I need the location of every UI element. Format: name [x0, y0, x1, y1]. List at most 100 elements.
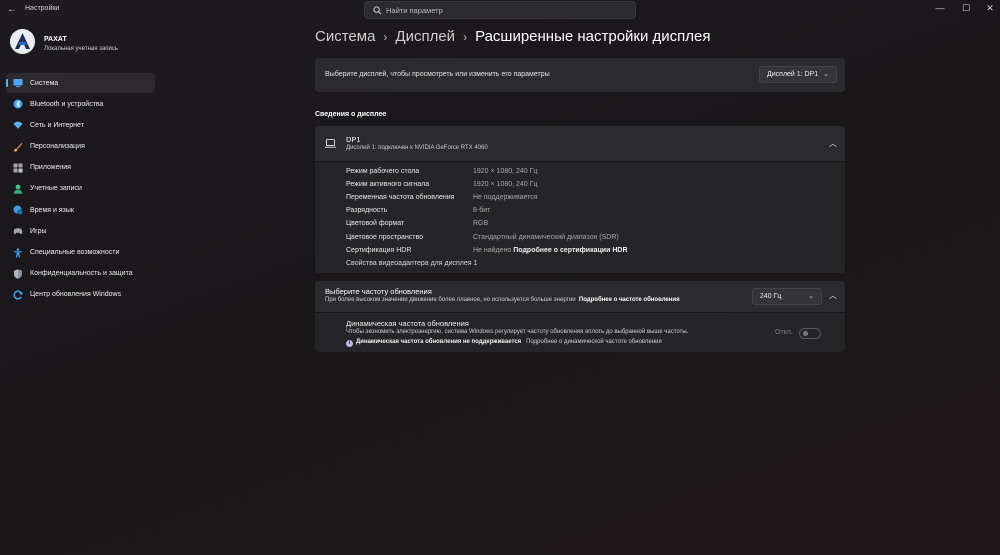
info-row-label: Режим активного сигнала [346, 181, 430, 188]
title-bar: ← Настройки Найти параметр — ☐ ✕ [0, 0, 1000, 20]
sidebar-item-label: Специальные возможности [30, 249, 120, 256]
person-icon [13, 184, 23, 194]
breadcrumb-system[interactable]: Система [315, 28, 375, 45]
refresh-rate-description: При более высоком значении движение боле… [325, 297, 576, 303]
refresh-rate-subtitle: При более высоком значении движение боле… [325, 297, 680, 303]
sidebar-item-network[interactable]: Сеть и Интернет [6, 115, 155, 135]
sidebar-item-label: Время и язык [30, 206, 74, 214]
info-row-value: Стандартный динамический диапазон (SDR) [473, 234, 619, 241]
hdr-status: Не найдено [473, 247, 512, 254]
display-info-body: Режим рабочего стола 1920 × 1080, 240 Гц… [315, 162, 845, 273]
sidebar-item-accounts[interactable]: Учетные записи [6, 179, 155, 199]
sidebar-item-label: Система [30, 79, 59, 87]
refresh-rate-link[interactable]: Подробнее о частоте обновления [579, 297, 680, 303]
info-icon: i [346, 340, 353, 347]
info-row-label: Переменная частота обновления [346, 194, 455, 201]
close-button[interactable]: ✕ [976, 1, 1000, 15]
display-dropdown[interactable]: Дисплей 1: DP1 ⌄ [759, 66, 837, 83]
refresh-rate-title: Выберите частоту обновления [325, 287, 432, 296]
sidebar-item-label: Игры [30, 227, 47, 235]
adapter-properties-link[interactable]: Свойства видеоадаптера для дисплея 1 [346, 260, 477, 267]
sidebar-item-label: Персонализация [30, 143, 85, 151]
breadcrumb-separator: › [463, 30, 468, 44]
breadcrumb-display[interactable]: Дисплей [395, 28, 455, 45]
dynamic-refresh-card: Динамическая частота обновления Чтобы эк… [315, 313, 845, 352]
info-row-value: Не найдено Подробнее о сертификации HDR [473, 247, 628, 254]
display-name: DP1 [346, 135, 361, 144]
sidebar-item-accessibility[interactable]: Специальные возможности [6, 243, 155, 263]
chevron-up-icon[interactable]: ︿ [829, 138, 837, 149]
search-icon [373, 6, 382, 15]
display-select-card: Выберите дисплей, чтобы просмотреть или … [315, 58, 845, 92]
breadcrumb-separator: › [383, 30, 388, 44]
refresh-rate-value: 240 Гц [760, 293, 782, 300]
chevron-down-icon: ⌄ [808, 293, 814, 300]
sidebar-item-label: Сеть и Интернет [30, 121, 84, 129]
dynamic-refresh-subtitle: Чтобы экономить электроэнергию, система … [346, 329, 689, 335]
page-title: Расширенные настройки дисплея [475, 28, 711, 45]
dynamic-refresh-toggle[interactable] [799, 328, 821, 339]
info-row-label: Режим рабочего стола [346, 168, 420, 175]
display-select-label: Выберите дисплей, чтобы просмотреть или … [325, 71, 550, 78]
info-row-value: 8-бит [473, 207, 491, 214]
bluetooth-icon [13, 99, 23, 109]
account-name: РАХАТ [44, 36, 67, 43]
shield-icon [14, 269, 22, 279]
toggle-state-label: Откл. [775, 329, 793, 336]
laptop-icon [325, 139, 336, 148]
system-icon [13, 79, 23, 88]
info-row-value: Не поддерживается [473, 194, 538, 201]
chevron-up-icon[interactable]: ︿ [829, 290, 837, 301]
display-info-section-title: Сведения о дисплее [315, 111, 387, 118]
dynamic-refresh-link[interactable]: Подробнее о динамической частоте обновле… [526, 339, 662, 345]
sidebar-item-bluetooth[interactable]: Bluetooth и устройства [6, 94, 155, 114]
refresh-rate-dropdown[interactable]: 240 Гц ⌄ [752, 288, 822, 305]
app-title: Настройки [25, 5, 60, 12]
sidebar-item-privacy[interactable]: Конфиденциальность и защита [6, 264, 155, 284]
chevron-down-icon: ⌄ [823, 71, 829, 78]
globe-clock-icon [13, 205, 23, 216]
search-box[interactable]: Найти параметр [364, 1, 636, 19]
update-icon [13, 290, 23, 300]
account-type: Локальная учетная запись [44, 46, 118, 52]
info-row-value: 1920 × 1080, 240 Гц [473, 168, 538, 175]
sidebar-item-apps[interactable]: Приложения [6, 158, 155, 178]
gamepad-icon [13, 228, 23, 235]
accessibility-icon [13, 247, 23, 258]
sidebar-item-gaming[interactable]: Игры [6, 221, 155, 241]
dynamic-refresh-title: Динамическая частота обновления [346, 319, 469, 328]
sidebar-item-label: Bluetooth и устройства [30, 100, 104, 108]
sidebar-item-label: Конфиденциальность и защита [30, 270, 133, 278]
sidebar-item-personalization[interactable]: Персонализация [6, 137, 155, 157]
avatar[interactable] [10, 29, 35, 54]
sidebar-item-windows-update[interactable]: Центр обновления Windows [6, 285, 155, 305]
search-placeholder[interactable]: Найти параметр [386, 6, 443, 15]
info-row-value: RGB [473, 220, 489, 227]
sidebar-item-system[interactable]: Система [6, 73, 155, 93]
display-dropdown-value: Дисплей 1: DP1 [767, 71, 819, 78]
apps-icon [13, 163, 23, 173]
minimize-button[interactable]: — [926, 1, 954, 15]
info-row-label: Разрядность [346, 207, 388, 214]
refresh-rate-card: Выберите частоту обновления При более вы… [315, 281, 845, 312]
info-row-value: 1920 × 1080, 240 Гц [473, 181, 538, 188]
avatar-logo-icon [10, 29, 35, 54]
info-row-label: Цветовой формат [346, 220, 405, 227]
toggle-knob [803, 331, 808, 336]
display-info-header[interactable]: DP1 Дисплей 1: подключен к NVIDIA GeForc… [315, 126, 845, 161]
hdr-certification-link[interactable]: Подробнее о сертификации HDR [513, 247, 627, 254]
wifi-icon [13, 122, 23, 130]
brush-icon [14, 142, 23, 152]
sidebar-item-label: Приложения [30, 164, 71, 172]
dynamic-refresh-note-text: Динамическая частота обновления не подде… [356, 339, 522, 345]
sidebar: Система Bluetooth и устройства Сеть и Ин… [6, 73, 155, 306]
back-arrow-icon[interactable]: ← [6, 4, 18, 16]
sidebar-item-time-language[interactable]: Время и язык [6, 200, 155, 220]
sidebar-item-label: Центр обновления Windows [30, 291, 122, 299]
info-row-label: Цветовое пространство [346, 234, 424, 241]
info-row-label: Сертификация HDR [346, 247, 412, 254]
dynamic-refresh-note: i Динамическая частота обновления не подд… [346, 339, 662, 347]
sidebar-item-label: Учетные записи [30, 185, 82, 193]
breadcrumb: Система › Дисплей › Расширенные настройки ди… [315, 28, 711, 45]
display-subtitle: Дисплей 1: подключен к NVIDIA GeForce RT… [346, 145, 488, 151]
